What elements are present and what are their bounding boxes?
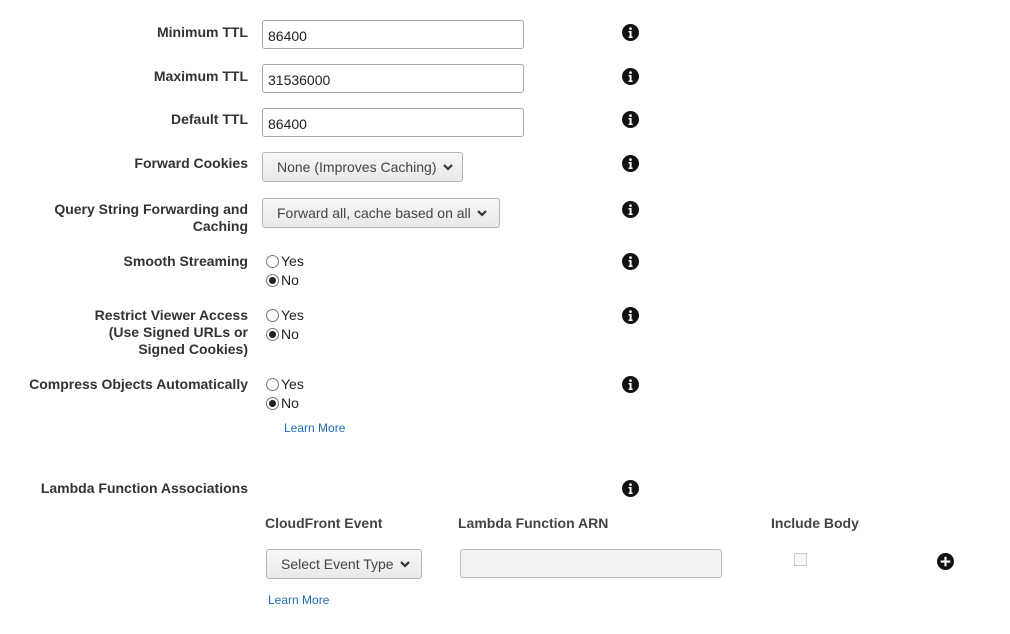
- minimum-ttl-input[interactable]: [262, 20, 524, 49]
- radio-circle[interactable]: [266, 254, 279, 268]
- radio-label-yes: Yes: [281, 253, 304, 269]
- info-icon[interactable]: [622, 201, 639, 218]
- info-icon[interactable]: [622, 155, 639, 172]
- query-string-label: Query String Forwarding and Caching: [54, 201, 248, 235]
- forward-cookies-label: Forward Cookies: [134, 155, 248, 171]
- forward-cookies-select[interactable]: None (Improves Caching): [262, 152, 463, 182]
- radio-circle[interactable]: [266, 308, 279, 322]
- radio-label-yes: Yes: [281, 376, 304, 392]
- default-ttl-label: Default TTL: [171, 111, 248, 127]
- default-ttl-input[interactable]: [262, 108, 524, 137]
- query-string-selected: Forward all, cache based on all: [277, 205, 471, 221]
- radio-label-no: No: [281, 326, 299, 342]
- query-string-select[interactable]: Forward all, cache based on all: [262, 198, 500, 228]
- compress-yes-radio[interactable]: Yes: [266, 375, 304, 393]
- restrict-viewer-label-line3: Signed Cookies): [138, 341, 248, 357]
- restrict-viewer-label-line2: (Use Signed URLs or: [108, 324, 248, 340]
- column-header-lambda-arn: Lambda Function ARN: [458, 515, 609, 531]
- restrict-viewer-label-line1: Restrict Viewer Access: [94, 307, 248, 323]
- info-icon[interactable]: [622, 480, 639, 497]
- radio-circle-checked[interactable]: [266, 396, 279, 410]
- column-header-cloudfront-event: CloudFront Event: [265, 515, 383, 531]
- restrict-viewer-no-radio[interactable]: No: [266, 325, 299, 343]
- radio-label-no: No: [281, 272, 299, 288]
- info-icon[interactable]: [622, 307, 639, 324]
- restrict-viewer-label: Restrict Viewer Access (Use Signed URLs …: [95, 307, 248, 358]
- radio-circle-checked[interactable]: [266, 273, 279, 287]
- query-string-label-line2: Caching: [192, 218, 248, 234]
- radio-label-yes: Yes: [281, 307, 304, 323]
- smooth-streaming-no-radio[interactable]: No: [266, 271, 299, 289]
- maximum-ttl-label: Maximum TTL: [153, 68, 248, 84]
- lambda-associations-label: Lambda Function Associations: [40, 480, 248, 496]
- event-type-select[interactable]: Select Event Type: [266, 549, 422, 579]
- chevron-down-icon: [476, 207, 488, 219]
- info-icon[interactable]: [622, 253, 639, 270]
- minimum-ttl-label: Minimum TTL: [157, 24, 248, 40]
- chevron-down-icon: [399, 558, 411, 570]
- lambda-learn-more-link[interactable]: Learn More: [268, 593, 329, 607]
- info-icon[interactable]: [622, 376, 639, 393]
- compress-objects-label: Compress Objects Automatically: [29, 376, 248, 392]
- maximum-ttl-input[interactable]: [262, 64, 524, 93]
- restrict-viewer-yes-radio[interactable]: Yes: [266, 306, 304, 324]
- query-string-label-line1: Query String Forwarding and: [54, 201, 248, 217]
- plus-circle-icon[interactable]: [937, 553, 954, 570]
- include-body-checkbox[interactable]: [794, 553, 807, 566]
- compress-learn-more-link[interactable]: Learn More: [284, 421, 345, 435]
- smooth-streaming-yes-radio[interactable]: Yes: [266, 252, 304, 270]
- forward-cookies-selected: None (Improves Caching): [277, 159, 437, 175]
- info-icon[interactable]: [622, 24, 639, 41]
- lambda-arn-input[interactable]: [460, 549, 722, 578]
- chevron-down-icon: [442, 161, 454, 173]
- radio-label-no: No: [281, 395, 299, 411]
- compress-no-radio[interactable]: No: [266, 394, 299, 412]
- radio-circle[interactable]: [266, 377, 279, 391]
- info-icon[interactable]: [622, 111, 639, 128]
- smooth-streaming-label: Smooth Streaming: [123, 253, 248, 269]
- info-icon[interactable]: [622, 68, 639, 85]
- radio-circle-checked[interactable]: [266, 327, 279, 341]
- column-header-include-body: Include Body: [771, 515, 859, 531]
- event-type-selected: Select Event Type: [281, 556, 394, 572]
